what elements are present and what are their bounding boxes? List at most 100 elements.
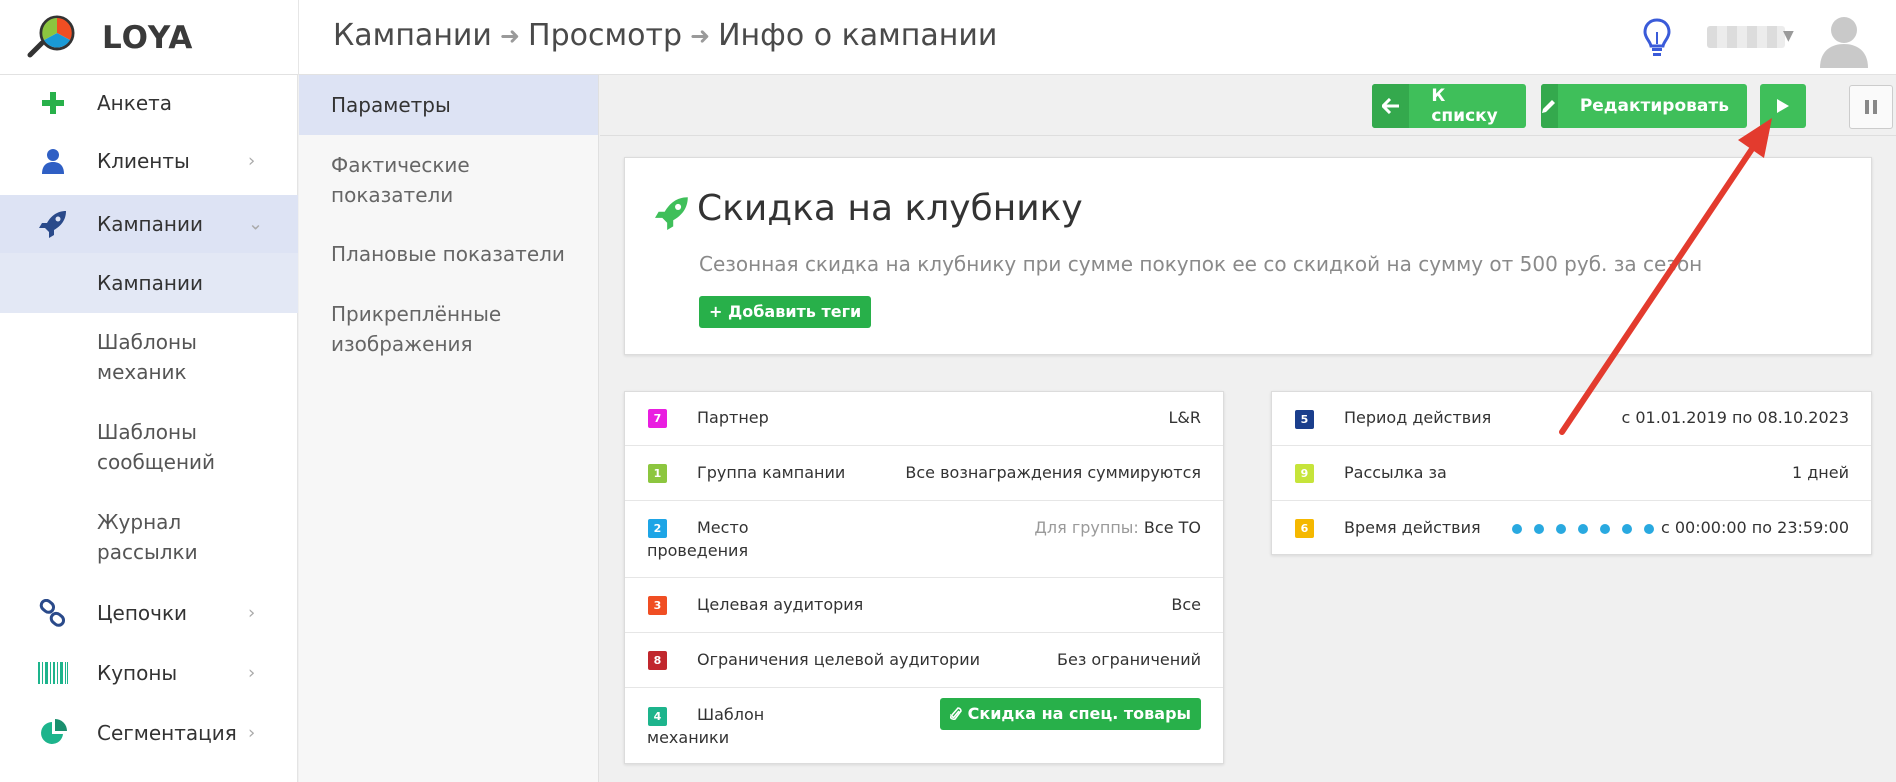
arrow-right-icon: ➜	[690, 21, 711, 50]
back-to-list-label: К списку	[1431, 86, 1498, 126]
param-value: Без ограничений	[1057, 650, 1201, 669]
param-label: Место	[697, 518, 749, 537]
pencil-icon	[1541, 84, 1558, 128]
sidebar-item-label: Цепочки	[97, 601, 188, 625]
param-row-campaign-group: 1 Группа кампании Все вознаграждения сум…	[625, 446, 1223, 501]
breadcrumb-item[interactable]: Просмотр	[528, 18, 682, 53]
sidebar-item-label: Клиенты	[97, 149, 190, 173]
param-badge: 2	[648, 519, 667, 538]
subnav-item-planned-metrics[interactable]: Плановые показатели	[299, 239, 598, 269]
sidebar-item-label: Шаблоны механик	[97, 330, 197, 384]
param-value: L&R	[1168, 408, 1201, 427]
param-row-audience: 3 Целевая аудитория Все	[625, 578, 1223, 633]
sidebar-item-coupons[interactable]: Купоны ›	[0, 643, 298, 703]
param-label: Партнер	[697, 408, 769, 427]
campaign-title: Скидка на клубнику	[697, 188, 1083, 229]
sidebar-item-label: Кампании	[97, 212, 203, 236]
subnav-item-actual-metrics[interactable]: Фактические показатели	[299, 150, 509, 210]
param-badge: 5	[1295, 410, 1314, 429]
param-row-partner: 7 Партнер L&R	[625, 392, 1223, 446]
subnav-item-parameters[interactable]: Параметры	[299, 75, 598, 135]
sidebar-item-label: Кампании	[97, 271, 203, 295]
chevron-down-icon[interactable]: ▼	[1783, 28, 1794, 44]
campaign-subnav: Параметры Фактические показатели Плановы…	[299, 75, 599, 782]
sidebar-subitem-mailing-log[interactable]: Журнал рассылки	[0, 493, 298, 583]
campaign-header-card: Скидка на клубнику Сезонная скидка на кл…	[624, 157, 1872, 355]
pause-button[interactable]	[1849, 85, 1893, 129]
app-name: LOYA	[102, 20, 194, 56]
mechanic-template-link[interactable]: Скидка на спец. товары	[939, 698, 1201, 730]
param-label-cont: механики	[647, 728, 730, 747]
param-badge: 8	[648, 651, 667, 670]
time-range: с 00:00:00 по 23:59:00	[1660, 518, 1849, 537]
param-label: Период действия	[1344, 408, 1492, 427]
subnav-item-attached-images[interactable]: Прикреплённые изображения	[299, 299, 529, 359]
barcode-icon	[36, 656, 70, 690]
param-value: с 00:00:00 по 23:59:00	[1511, 518, 1849, 537]
sidebar-item-label: Сегментация	[97, 721, 237, 745]
toolbar: К списку Редактировать	[600, 75, 1896, 136]
sidebar-item-chains[interactable]: Цепочки ›	[0, 583, 298, 643]
sidebar-item-segmentation[interactable]: Сегментация ›	[0, 703, 298, 763]
chain-icon	[36, 596, 70, 630]
param-row-location: 2 Место проведения Для группы: Все ТО	[625, 501, 1223, 578]
param-row-period: 5 Период действия с 01.01.2019 по 08.10.…	[1272, 392, 1871, 446]
param-row-active-time: 6 Время действия с 00:00:00 по 23:59:00	[1272, 501, 1871, 555]
param-value: с 01.01.2019 по 08.10.2023	[1621, 408, 1849, 427]
params-card-left: 7 Партнер L&R 1 Группа кампании Все возн…	[624, 391, 1224, 764]
sidebar-item-campaigns[interactable]: Кампании ⌄	[0, 195, 298, 253]
start-button[interactable]	[1760, 84, 1806, 128]
param-row-mechanic-template: 4 Шаблон механики Скидка на спец. товары	[625, 688, 1223, 763]
user-icon	[36, 144, 70, 178]
param-value: Для группы: Все ТО	[1034, 518, 1201, 537]
arrow-right-icon: ➜	[499, 21, 521, 50]
param-label: Группа кампании	[697, 463, 846, 482]
paperclip-icon	[949, 706, 962, 722]
header-divider	[298, 0, 299, 75]
lightbulb-icon[interactable]	[1642, 18, 1672, 58]
sidebar-subitem-mechanic-templates[interactable]: Шаблоны механик	[0, 313, 298, 403]
user-name-blurred[interactable]	[1707, 26, 1785, 48]
breadcrumb-item[interactable]: Кампании	[333, 18, 492, 53]
edit-button[interactable]: Редактировать	[1541, 84, 1747, 128]
rocket-icon	[655, 196, 689, 230]
param-badge: 9	[1295, 464, 1314, 483]
param-row-mailing: 9 Рассылка за 1 дней	[1272, 446, 1871, 501]
main-content: К списку Редактировать Скидка на клубник…	[600, 75, 1896, 782]
param-label: Рассылка за	[1344, 463, 1447, 482]
param-badge: 1	[648, 464, 667, 483]
sidebar-item-label: Шаблоны сообщений	[97, 420, 216, 474]
back-to-list-button[interactable]: К списку	[1372, 84, 1526, 128]
logo[interactable]: LOYA	[24, 15, 193, 61]
chevron-right-icon: ›	[248, 722, 256, 744]
param-label: Время действия	[1344, 518, 1481, 537]
campaign-description: Сезонная скидка на клубнику при сумме по…	[699, 252, 1703, 276]
sidebar-item-survey[interactable]: Анкета	[0, 75, 298, 131]
rocket-icon	[36, 207, 70, 241]
edit-label: Редактировать	[1579, 96, 1729, 116]
param-value-text: Все ТО	[1143, 518, 1201, 537]
mechanic-template-label: Скидка на спец. товары	[967, 704, 1191, 723]
top-header: LOYA Кампании ➜ Просмотр ➜ Инфо о кампан…	[0, 0, 1896, 75]
pause-icon	[1864, 99, 1878, 115]
sidebar-subitem-message-templates[interactable]: Шаблоны сообщений	[0, 403, 298, 493]
sidebar-subitem-campaigns[interactable]: Кампании	[0, 253, 298, 313]
param-label-cont: проведения	[647, 541, 749, 560]
param-label: Шаблон	[697, 705, 765, 724]
add-tags-button[interactable]: + Добавить теги	[699, 296, 872, 328]
sidebar-item-clients[interactable]: Клиенты ›	[0, 131, 298, 191]
weekday-dots	[1511, 518, 1656, 537]
breadcrumb-item: Инфо о кампании	[718, 18, 998, 53]
param-row-audience-limits: 8 Ограничения целевой аудитории Без огра…	[625, 633, 1223, 688]
logo-magnifier-icon	[24, 15, 80, 61]
chevron-right-icon: ›	[248, 662, 256, 684]
param-value: 1 дней	[1791, 463, 1849, 482]
sidebar-item-label: Журнал рассылки	[97, 510, 198, 564]
param-badge: 4	[648, 707, 667, 726]
chevron-right-icon: ›	[248, 602, 256, 624]
param-value-prefix: Для группы:	[1034, 518, 1139, 537]
param-label: Целевая аудитория	[697, 595, 864, 614]
avatar[interactable]	[1818, 12, 1870, 68]
param-label: Ограничения целевой аудитории	[697, 650, 980, 669]
breadcrumb: Кампании ➜ Просмотр ➜ Инфо о кампании	[333, 18, 997, 53]
